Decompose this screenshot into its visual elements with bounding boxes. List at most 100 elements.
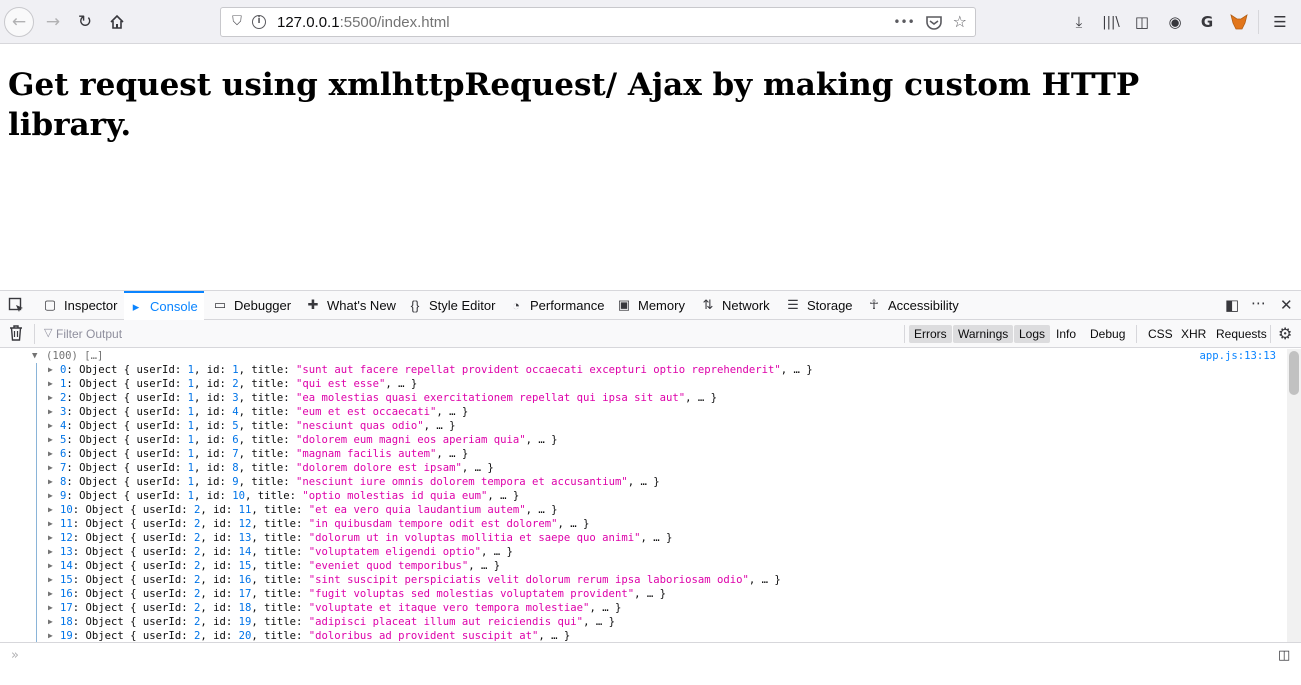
reload-button[interactable]: ↻ <box>70 7 100 37</box>
gear-icon[interactable]: ⚙ <box>1278 324 1292 343</box>
expand-twisty-icon[interactable]: ▶ <box>48 363 53 377</box>
expand-twisty-icon[interactable]: ▶ <box>48 629 53 642</box>
source-link[interactable]: app.js:13:13 <box>1199 349 1276 363</box>
url-text[interactable]: 127.0.0.1:5500/index.html <box>277 14 450 31</box>
console-object-row[interactable]: ▶ 7: Object { userId: 1, id: 8, title: "d… <box>0 461 1287 475</box>
filter-css-button[interactable]: CSS <box>1143 325 1178 343</box>
row-title: "nesciunt quas odio" <box>296 420 424 432</box>
expand-twisty-icon[interactable]: ▶ <box>48 573 53 587</box>
filter-requests-button[interactable]: Requests <box>1211 325 1272 343</box>
pocket-icon[interactable] <box>925 11 943 33</box>
tab-network[interactable]: ⇅ Network <box>696 291 774 319</box>
network-arrows-icon: ⇅ <box>702 297 714 312</box>
expand-twisty-icon[interactable]: ▶ <box>48 503 53 517</box>
back-button[interactable]: ← <box>4 7 34 37</box>
tab-console[interactable]: ▸ Console <box>124 291 204 320</box>
filter-warnings-button[interactable]: Warnings <box>953 325 1014 343</box>
account-button[interactable]: ◉ <box>1161 7 1189 37</box>
console-object-row[interactable]: ▶ 2: Object { userId: 1, id: 3, title: "e… <box>0 391 1287 405</box>
scrollbar-thumb[interactable] <box>1289 351 1299 395</box>
console-output[interactable]: ▼ (100) […] app.js:13:13 ▶ 0: Object { us… <box>0 349 1287 642</box>
console-object-row[interactable]: ▶ 8: Object { userId: 1, id: 9, title: "n… <box>0 475 1287 489</box>
site-info-icon[interactable]: i <box>252 15 266 29</box>
bookmark-star-icon[interactable]: ☆ <box>953 11 967 33</box>
console-object-row[interactable]: ▶ 0: Object { userId: 1, id: 1, title: "s… <box>0 363 1287 377</box>
expand-twisty-icon[interactable]: ▶ <box>48 461 53 475</box>
tab-storage[interactable]: ☰ Storage <box>781 291 857 319</box>
expand-twisty-icon[interactable]: ▼ <box>32 349 37 363</box>
dock-toggle-icon[interactable]: ◧ <box>1225 296 1239 314</box>
expand-twisty-icon[interactable]: ▶ <box>48 517 53 531</box>
element-picker-icon[interactable] <box>8 297 24 313</box>
expand-twisty-icon[interactable]: ▶ <box>48 587 53 601</box>
array-summary[interactable]: (100) […] <box>46 349 103 363</box>
expand-twisty-icon[interactable]: ▶ <box>48 615 53 629</box>
extension-button[interactable]: G <box>1193 7 1221 37</box>
expand-twisty-icon[interactable]: ▶ <box>48 545 53 559</box>
metamask-button[interactable] <box>1225 7 1253 37</box>
filter-output-input[interactable] <box>56 325 356 343</box>
row-title: "dolorem eum magni eos aperiam quia" <box>296 434 526 446</box>
memory-chip-icon: ▣ <box>617 297 631 312</box>
console-object-row[interactable]: ▶ 4: Object { userId: 1, id: 5, title: "n… <box>0 419 1287 433</box>
expand-twisty-icon[interactable]: ▶ <box>48 447 53 461</box>
close-devtools-icon[interactable]: ✕ <box>1280 296 1293 314</box>
console-object-row[interactable]: ▶ 10: Object { userId: 2, id: 11, title: … <box>0 503 1287 517</box>
page-actions-menu-icon[interactable]: ••• <box>893 11 914 33</box>
tab-accessibility[interactable]: ☥ Accessibility <box>862 291 963 319</box>
console-input-bar[interactable]: » ◫ <box>0 642 1301 685</box>
row-title: "dolorum ut in voluptas mollitia et saep… <box>308 532 641 544</box>
console-object-row[interactable]: ▶ 17: Object { userId: 2, id: 18, title: … <box>0 601 1287 615</box>
tab-performance[interactable]: ◔ Performance <box>504 291 608 319</box>
console-icon: ▸ <box>132 298 140 314</box>
console-object-row[interactable]: ▶ 3: Object { userId: 1, id: 4, title: "e… <box>0 405 1287 419</box>
row-title: "sint suscipit perspiciatis velit doloru… <box>308 574 749 586</box>
console-object-row[interactable]: ▶ 5: Object { userId: 1, id: 6, title: "d… <box>0 433 1287 447</box>
editor-mode-toggle-icon[interactable]: ◫ <box>1278 648 1290 663</box>
expand-twisty-icon[interactable]: ▶ <box>48 377 53 391</box>
console-object-row[interactable]: ▶ 16: Object { userId: 2, id: 17, title: … <box>0 587 1287 601</box>
expand-twisty-icon[interactable]: ▶ <box>48 405 53 419</box>
app-menu-button[interactable]: ☰ <box>1266 7 1294 37</box>
filter-funnel-icon: ▽ <box>44 326 53 339</box>
tab-inspector[interactable]: ▢ Inspector <box>38 291 121 319</box>
console-object-row[interactable]: ▶ 15: Object { userId: 2, id: 16, title: … <box>0 573 1287 587</box>
library-button[interactable]: |||\ <box>1097 7 1125 37</box>
tab-memory[interactable]: ▣ Memory <box>612 291 689 319</box>
row-title: "et ea vero quia laudantium autem" <box>308 504 526 516</box>
trash-icon[interactable] <box>9 325 23 341</box>
downloads-button[interactable]: ⤓ <box>1065 7 1093 37</box>
forward-button[interactable]: → <box>38 7 68 37</box>
filter-errors-button[interactable]: Errors <box>909 325 952 343</box>
expand-twisty-icon[interactable]: ▶ <box>48 391 53 405</box>
tracking-protection-shield-icon[interactable]: ⛉ <box>229 14 245 30</box>
devtools-menu-icon[interactable]: ⋯ <box>1251 294 1266 312</box>
home-button[interactable] <box>102 7 132 37</box>
console-object-row[interactable]: ▶ 14: Object { userId: 2, id: 15, title: … <box>0 559 1287 573</box>
tab-debugger[interactable]: ▭ Debugger <box>208 291 295 319</box>
console-object-row[interactable]: ▶ 18: Object { userId: 2, id: 19, title: … <box>0 615 1287 629</box>
console-object-row[interactable]: ▶ 19: Object { userId: 2, id: 20, title: … <box>0 629 1287 642</box>
tab-whats-new[interactable]: ✚ What's New <box>301 291 400 319</box>
filter-info-button[interactable]: Info <box>1051 325 1081 343</box>
console-object-row[interactable]: ▶ 6: Object { userId: 1, id: 7, title: "m… <box>0 447 1287 461</box>
expand-twisty-icon[interactable]: ▶ <box>48 531 53 545</box>
expand-twisty-icon[interactable]: ▶ <box>48 601 53 615</box>
expand-twisty-icon[interactable]: ▶ <box>48 433 53 447</box>
expand-twisty-icon[interactable]: ▶ <box>48 489 53 503</box>
filter-xhr-button[interactable]: XHR <box>1176 325 1211 343</box>
console-object-row[interactable]: ▶ 9: Object { userId: 1, id: 10, title: "… <box>0 489 1287 503</box>
console-object-row[interactable]: ▶ 11: Object { userId: 2, id: 12, title: … <box>0 517 1287 531</box>
tab-style-editor[interactable]: {} Style Editor <box>403 291 499 319</box>
console-object-row[interactable]: ▶ 1: Object { userId: 1, id: 2, title: "q… <box>0 377 1287 391</box>
expand-twisty-icon[interactable]: ▶ <box>48 559 53 573</box>
url-bar[interactable]: ⛉ i 127.0.0.1:5500/index.html ••• ☆ <box>220 7 976 37</box>
sidebar-button[interactable]: ◫ <box>1128 7 1156 37</box>
filter-logs-button[interactable]: Logs <box>1014 325 1051 343</box>
filter-debug-button[interactable]: Debug <box>1085 325 1130 343</box>
storage-icon: ☰ <box>787 297 799 312</box>
expand-twisty-icon[interactable]: ▶ <box>48 419 53 433</box>
console-object-row[interactable]: ▶ 13: Object { userId: 2, id: 14, title: … <box>0 545 1287 559</box>
console-object-row[interactable]: ▶ 12: Object { userId: 2, id: 13, title: … <box>0 531 1287 545</box>
expand-twisty-icon[interactable]: ▶ <box>48 475 53 489</box>
